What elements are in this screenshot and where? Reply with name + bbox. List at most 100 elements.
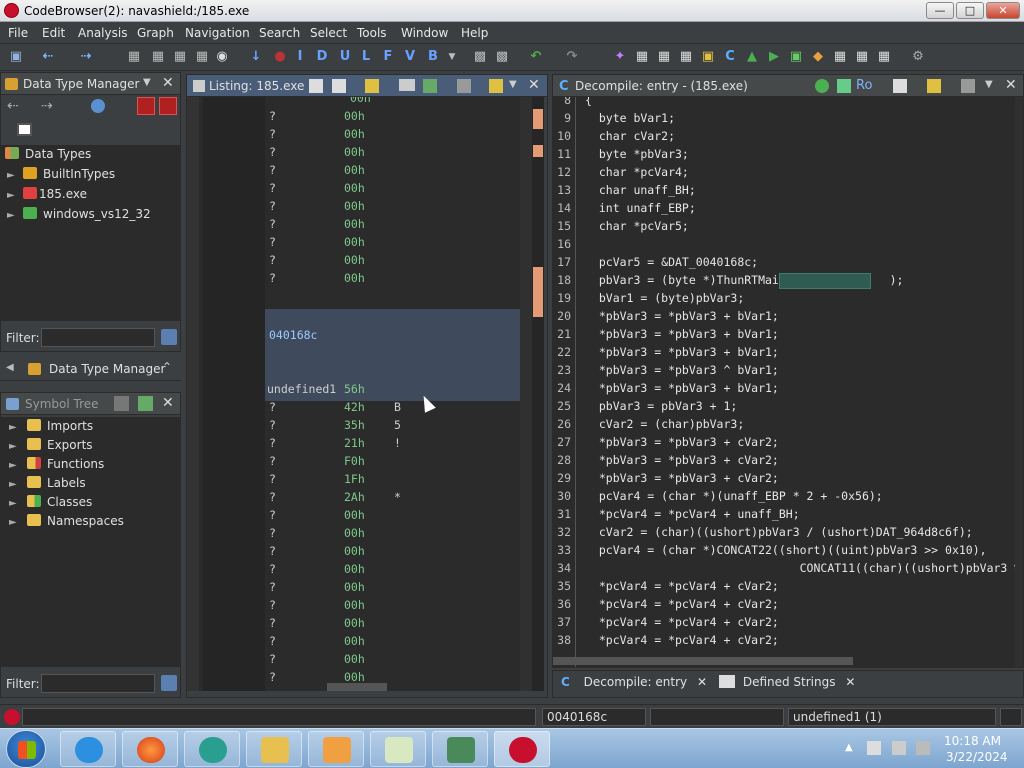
code-line[interactable]: 19 bVar1 = (byte)pbVar3;	[553, 291, 1013, 309]
code-text[interactable]: int unaff_EBP;	[585, 201, 696, 215]
code-text[interactable]: char cVar2;	[585, 129, 675, 143]
chevron-right-icon[interactable]: ►	[9, 498, 19, 509]
tool-b-icon[interactable]: ▦	[656, 49, 672, 65]
settings-icon[interactable]: ⚙	[910, 49, 926, 65]
layout-icon[interactable]	[399, 79, 415, 91]
menu-edit[interactable]: Edit	[42, 26, 65, 40]
tree-item-functions[interactable]: ► Functions	[9, 457, 104, 476]
nav-doc2-icon[interactable]: ▦	[150, 49, 166, 65]
code-line[interactable]: 32 cVar2 = (char)((ushort)pbVar3 / (usho…	[553, 525, 1013, 543]
tree-tool-icon[interactable]: ▲	[744, 49, 760, 65]
tool-f-icon[interactable]: ▦	[854, 49, 870, 65]
code-text[interactable]: pcVar4 = (char *)CONCAT22((short)((uint)…	[585, 543, 987, 557]
chevron-right-icon[interactable]: ►	[9, 422, 19, 433]
menu-navigation[interactable]: Navigation	[185, 26, 250, 40]
code-line[interactable]: 33 pcVar4 = (char *)CONCAT22((short)((ui…	[553, 543, 1013, 561]
code-line[interactable]: 28 *pbVar3 = *pbVar3 + cVar2;	[553, 453, 1013, 471]
code-line[interactable]: 16	[553, 237, 1013, 255]
refresh-icon[interactable]	[815, 79, 829, 93]
menu-file[interactable]: File	[8, 26, 28, 40]
arrow-tool-icon[interactable]	[137, 97, 155, 115]
tree-item-namespaces[interactable]: ► Namespaces	[9, 514, 124, 533]
menu-select[interactable]: Select	[310, 26, 347, 40]
code-text[interactable]: char *pcVar5;	[585, 219, 689, 233]
code-text[interactable]: *pbVar3 = *pbVar3 + bVar1;	[585, 327, 779, 341]
redo-icon[interactable]: ↷	[564, 49, 580, 65]
listing-hscroll-thumb[interactable]	[327, 683, 387, 691]
menu-help[interactable]: Help	[461, 26, 488, 40]
chevron-down-icon[interactable]: ▼	[985, 79, 993, 90]
folder-icon[interactable]: ▣	[700, 49, 716, 65]
code-text[interactable]: *pcVar4 = *pcVar4 + cVar2;	[585, 579, 779, 593]
code-line[interactable]: 22 *pbVar3 = *pbVar3 + bVar1;	[553, 345, 1013, 363]
toolbar-letter-d[interactable]: D	[314, 49, 330, 65]
close-icon[interactable]: ✕	[528, 77, 540, 93]
code-text[interactable]: *pbVar3 = *pbVar3 + cVar2;	[585, 435, 779, 449]
tray-flag-icon[interactable]	[867, 741, 881, 755]
chevron-left-icon[interactable]: ◀	[6, 362, 14, 373]
clock-date[interactable]: 3/22/2024	[946, 750, 1008, 764]
toolbar-letter-v[interactable]: V	[402, 49, 418, 65]
code-line[interactable]: 9 byte bVar1;	[553, 111, 1013, 129]
code-text[interactable]: byte *pbVar3;	[585, 147, 689, 161]
ref2-icon[interactable]: ▩	[494, 49, 510, 65]
taskbar-ie[interactable]	[60, 731, 116, 767]
chevron-down-icon[interactable]: ▼	[143, 77, 151, 88]
save-icon[interactable]: ▣	[8, 49, 24, 65]
code-text[interactable]: *pcVar4 = *pcVar4 + cVar2;	[585, 597, 779, 611]
maximize-button[interactable]: □	[956, 2, 984, 19]
close-icon[interactable]: ✕	[697, 675, 707, 689]
graph-icon[interactable]	[837, 79, 851, 93]
tool-e-icon[interactable]: ▦	[832, 49, 848, 65]
dtm-filter-input[interactable]	[41, 328, 155, 347]
code-line[interactable]: 24 *pbVar3 = *pbVar3 + bVar1;	[553, 381, 1013, 399]
tool-g-icon[interactable]: ▦	[876, 49, 892, 65]
chevron-right-icon[interactable]: ►	[7, 190, 17, 201]
decompile-hscroll-thumb[interactable]	[553, 657, 853, 665]
taskbar-firefox[interactable]	[122, 731, 178, 767]
code-text[interactable]: char unaff_BH;	[585, 183, 696, 197]
tree-item-185-exe[interactable]: ► 185.exe	[7, 187, 87, 206]
ro-toggle[interactable]: Ro	[856, 78, 872, 93]
collapse-all-icon[interactable]	[17, 123, 32, 136]
tree-item-imports[interactable]: ► Imports	[9, 419, 93, 438]
menu-tools[interactable]: Tools	[357, 26, 387, 40]
data-type-manager-collapsed-tab[interactable]: ◀ Data Type Manager ⌃	[0, 357, 181, 381]
forward-arrow-icon[interactable]: ⇢	[78, 49, 94, 65]
close-icon[interactable]: ✕	[1005, 77, 1017, 93]
symbol-filter-input[interactable]	[41, 674, 155, 693]
toolbar-letter-i[interactable]: I	[292, 49, 308, 65]
code-line[interactable]: 37 *pcVar4 = *pcVar4 + cVar2;	[553, 615, 1013, 633]
back-arrow-icon[interactable]: ⇠	[40, 49, 56, 65]
ref-icon[interactable]: ▩	[472, 49, 488, 65]
code-text[interactable]: {	[585, 97, 592, 107]
code-text[interactable]: pcVar4 = (char *)(unaff_EBP * 2 + -0x56)…	[585, 489, 883, 503]
globe-icon[interactable]	[91, 99, 105, 113]
tool-c-icon[interactable]: ▦	[678, 49, 694, 65]
chevron-right-icon[interactable]: ►	[7, 170, 17, 181]
toolbar-letter-b[interactable]: B	[425, 49, 441, 65]
cursor-tool-icon[interactable]	[365, 79, 379, 93]
code-line[interactable]: 8{	[553, 97, 1013, 111]
close-button[interactable]: ✕	[986, 2, 1020, 19]
tab-defined-strings[interactable]: Defined Strings ✕	[719, 675, 855, 697]
code-line[interactable]: 15 char *pcVar5;	[553, 219, 1013, 237]
camera-icon[interactable]: ◉	[214, 49, 230, 65]
code-text[interactable]: *pbVar3 = *pbVar3 + cVar2;	[585, 453, 779, 467]
filter-options-icon[interactable]	[161, 675, 177, 691]
taskbar-monitor[interactable]	[432, 731, 488, 767]
diamond-icon[interactable]: ◆	[810, 49, 826, 65]
chevron-right-icon[interactable]: ►	[9, 460, 19, 471]
code-text[interactable]: *pbVar3 = *pbVar3 ^ bVar1;	[585, 363, 779, 377]
export-icon[interactable]	[138, 396, 153, 411]
code-text[interactable]: *pcVar4 = *pcVar4 + cVar2;	[585, 615, 779, 629]
menu-analysis[interactable]: Analysis	[78, 26, 127, 40]
back-arrow-icon[interactable]: ⇠	[7, 98, 19, 114]
close-icon[interactable]: ✕	[162, 395, 174, 411]
decompile-vscrollbar[interactable]	[1015, 97, 1023, 667]
expand-tool-icon[interactable]	[159, 97, 177, 115]
taskbar-media[interactable]	[308, 731, 364, 767]
toolbar-letter-u[interactable]: U	[337, 49, 353, 65]
tab-decompile-entry[interactable]: C Decompile: entry ✕	[561, 675, 707, 697]
code-line[interactable]: 26 cVar2 = (char)pbVar3;	[553, 417, 1013, 435]
